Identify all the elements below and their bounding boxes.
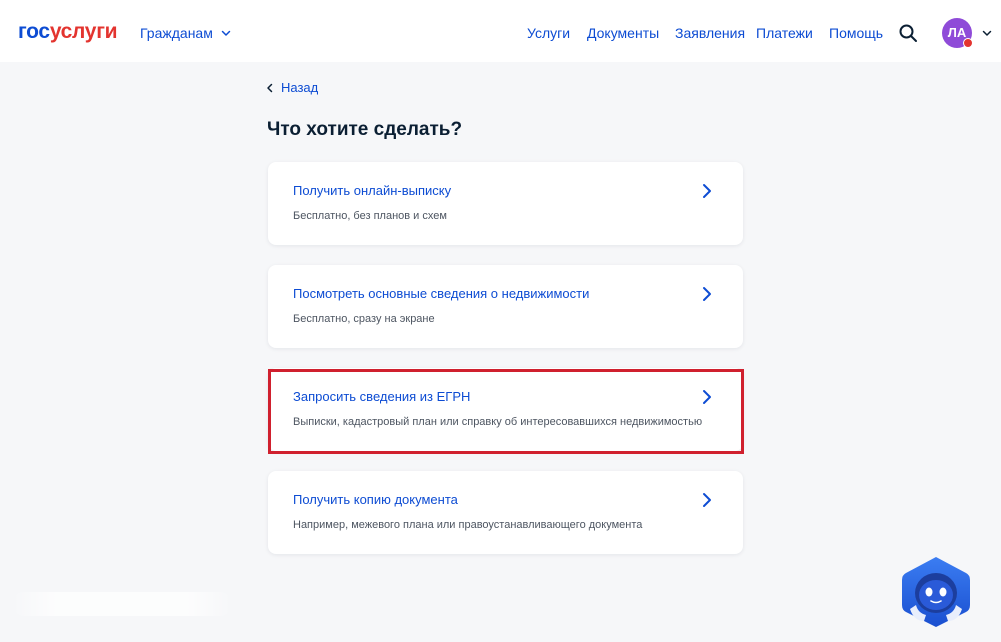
role-label: Гражданам — [140, 25, 213, 41]
header: госуслуги Гражданам Услуги Документы Зая… — [0, 0, 1001, 62]
chevron-right-icon — [703, 184, 711, 198]
page-title: Что хотите сделать? — [267, 119, 463, 140]
nav-link-payments[interactable]: Платежи — [756, 24, 813, 42]
role-selector[interactable]: Гражданам — [140, 24, 231, 42]
option-card-property-info[interactable]: Посмотреть основные сведения о недвижимо… — [268, 265, 743, 348]
back-link[interactable]: Назад — [266, 80, 318, 96]
nav-link-documents[interactable]: Документы — [587, 24, 659, 42]
gosuslugi-logo[interactable]: госуслуги — [18, 20, 118, 44]
option-card-egrn-request[interactable]: Запросить сведения из ЕГРН Выписки, када… — [268, 368, 743, 451]
option-title: Посмотреть основные сведения о недвижимо… — [293, 286, 590, 301]
nav-link-applications[interactable]: Заявления — [675, 24, 745, 42]
chevron-right-icon — [703, 390, 711, 404]
logo-part-uslugi: услуги — [49, 20, 118, 43]
chevron-down-icon[interactable] — [982, 28, 992, 38]
chevron-down-icon — [221, 30, 231, 36]
logo-part-gos: гос — [18, 20, 50, 43]
option-description: Выписки, кадастровый план или справку об… — [293, 416, 703, 428]
robot-assistant-icon[interactable] — [900, 555, 972, 629]
option-description: Например, межевого плана или правоустана… — [293, 519, 643, 531]
option-title: Получить онлайн-выписку — [293, 183, 452, 198]
chevron-left-icon — [267, 83, 273, 93]
blurred-area — [12, 592, 232, 616]
back-label: Назад — [281, 80, 319, 95]
option-card-document-copy[interactable]: Получить копию документа Например, межев… — [268, 471, 743, 554]
option-title: Запросить сведения из ЕГРН — [293, 389, 471, 404]
chevron-right-icon — [703, 493, 711, 507]
notification-dot — [963, 38, 973, 48]
nav-link-help[interactable]: Помощь — [829, 24, 883, 42]
option-card-online-extract[interactable]: Получить онлайн-выписку Бесплатно, без п… — [268, 162, 743, 245]
chevron-right-icon — [703, 287, 711, 301]
option-title: Получить копию документа — [293, 492, 458, 507]
option-description: Бесплатно, сразу на экране — [293, 313, 435, 325]
nav-link-services[interactable]: Услуги — [527, 24, 570, 42]
search-icon[interactable] — [898, 23, 918, 43]
option-description: Бесплатно, без планов и схем — [293, 210, 447, 222]
